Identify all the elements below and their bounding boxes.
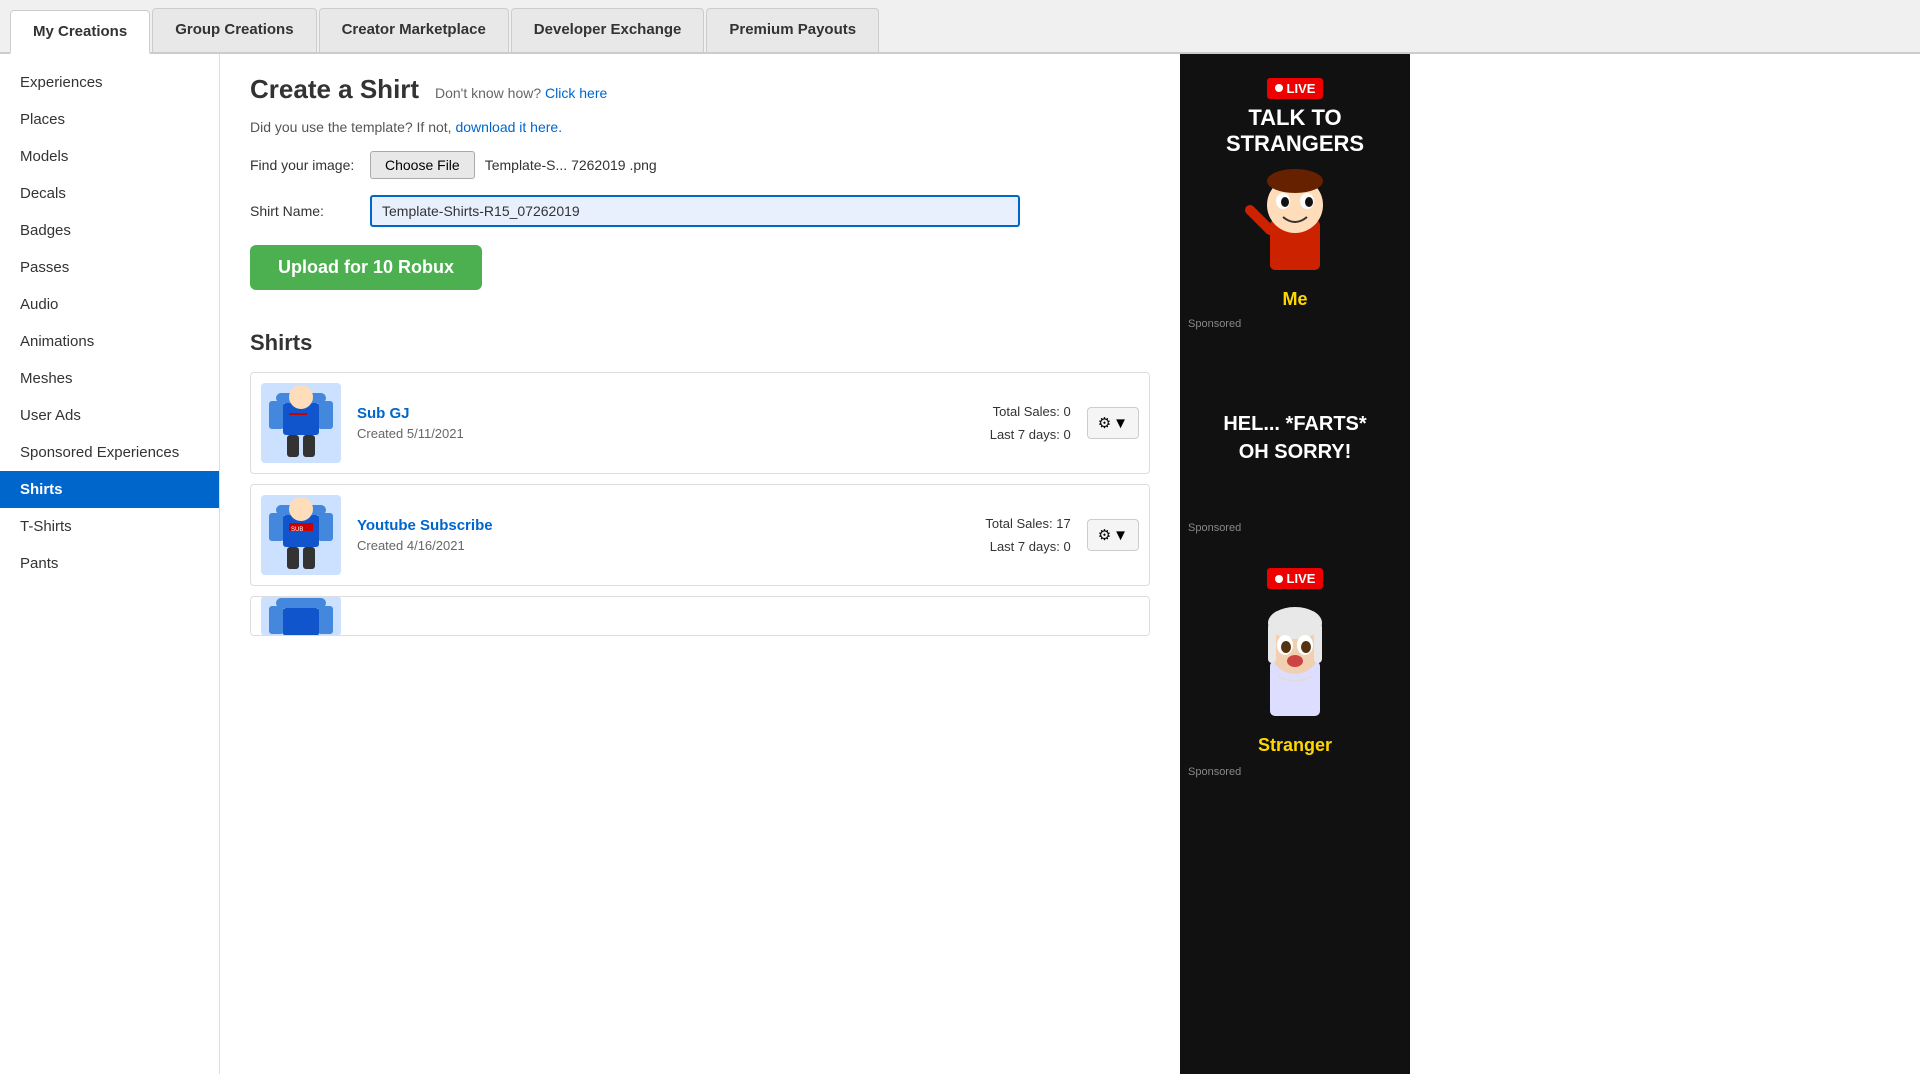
shirt-item-3: [250, 596, 1150, 636]
sidebar-item-meshes[interactable]: Meshes: [0, 360, 219, 397]
gear-button-2[interactable]: ⚙ ▼: [1087, 519, 1139, 551]
main-layout: Experiences Places Models Decals Badges …: [0, 54, 1920, 1074]
top-nav: My Creations Group Creations Creator Mar…: [0, 0, 1920, 54]
sidebar-item-passes[interactable]: Passes: [0, 249, 219, 286]
ad-title-1: TALK TOSTRANGERS: [1226, 105, 1364, 158]
shirts-section: Shirts: [250, 330, 1150, 636]
ad-line1: HEL... *FARTS*: [1223, 413, 1366, 435]
sidebar-item-badges[interactable]: Badges: [0, 212, 219, 249]
shirt-name-link-2[interactable]: Youtube Subscribe: [357, 517, 985, 534]
live-badge-1: LIVE: [1267, 78, 1324, 99]
content-area: Create a Shirt Don't know how? Click her…: [220, 54, 1180, 1074]
shirt-avatar-svg-3: [261, 596, 341, 636]
dropdown-arrow-icon: ▼: [1113, 415, 1128, 432]
download-template-link[interactable]: download it here.: [455, 119, 562, 135]
shirt-avatar-svg: [261, 383, 341, 463]
choose-file-button[interactable]: Choose File: [370, 151, 475, 179]
last7-row: Last 7 days: 0: [990, 423, 1071, 446]
tab-my-creations[interactable]: My Creations: [10, 10, 150, 54]
live-dot-3: [1275, 575, 1283, 583]
shirt-name-row: Shirt Name:: [250, 195, 1150, 227]
tab-creator-marketplace[interactable]: Creator Marketplace: [319, 8, 509, 52]
file-name-display: Template-S... 7262019 .png: [485, 157, 657, 173]
sidebar-item-pants[interactable]: Pants: [0, 545, 219, 582]
subtitle-text: Don't know how?: [435, 85, 541, 101]
ad-character-svg-1: [1245, 165, 1345, 285]
total-sales-value: 0: [1063, 404, 1070, 419]
gear-icon: ⚙: [1098, 414, 1111, 432]
ad-sidebar: LIVE TALK TOSTRANGERS Me: [1180, 54, 1410, 1074]
gear-button[interactable]: ⚙ ▼: [1087, 407, 1139, 439]
tab-group-creations[interactable]: Group Creations: [152, 8, 316, 52]
ad-block-3[interactable]: LIVE Stranger: [1180, 542, 1410, 782]
last7-value-2: 0: [1063, 539, 1070, 554]
shirt-name-label: Shirt Name:: [250, 203, 360, 219]
last7-value: 0: [1063, 427, 1070, 442]
find-image-label: Find your image:: [250, 157, 360, 173]
ad-text-2: HEL... *FARTS* OH SORRY!: [1223, 410, 1366, 466]
live-label-1: LIVE: [1287, 81, 1316, 96]
sidebar-item-sponsored-experiences[interactable]: Sponsored Experiences: [0, 434, 219, 471]
sidebar-item-user-ads[interactable]: User Ads: [0, 397, 219, 434]
total-sales-row: Total Sales: 0: [990, 400, 1071, 423]
sidebar: Experiences Places Models Decals Badges …: [0, 54, 220, 1074]
total-sales-value-2: 17: [1056, 516, 1070, 531]
template-notice-text: Did you use the template? If not,: [250, 119, 452, 135]
page-title: Create a Shirt: [250, 74, 419, 104]
shirt-thumbnail: SUB: [261, 495, 341, 575]
live-dot-1: [1275, 84, 1283, 92]
shirt-item: Sub GJ Created 5/11/2021 Total Sales: 0 …: [250, 372, 1150, 474]
subtitle: Don't know how? Click here: [435, 85, 607, 101]
sidebar-item-experiences[interactable]: Experiences: [0, 64, 219, 101]
live-badge-3: LIVE: [1267, 568, 1324, 589]
shirt-item: SUB Youtube Subscribe Created 4/16/2021 …: [250, 484, 1150, 586]
shirt-thumbnail: [261, 383, 341, 463]
sidebar-item-tshirts[interactable]: T-Shirts: [0, 508, 219, 545]
tab-premium-payouts[interactable]: Premium Payouts: [706, 8, 879, 52]
sponsored-label-2: Sponsored: [1188, 522, 1241, 534]
sponsored-label-1: Sponsored: [1188, 318, 1241, 330]
total-sales-label-2: Total Sales:: [985, 516, 1052, 531]
gear-icon-2: ⚙: [1098, 526, 1111, 544]
shirt-stats-2: Total Sales: 17 Last 7 days: 0: [985, 512, 1070, 559]
tab-developer-exchange[interactable]: Developer Exchange: [511, 8, 705, 52]
sidebar-item-decals[interactable]: Decals: [0, 175, 219, 212]
sponsored-label-3: Sponsored: [1188, 766, 1241, 778]
sidebar-item-animations[interactable]: Animations: [0, 323, 219, 360]
last7-label-2: Last 7 days:: [990, 539, 1060, 554]
shirt-stats: Total Sales: 0 Last 7 days: 0: [990, 400, 1071, 447]
dropdown-arrow-icon-2: ▼: [1113, 527, 1128, 544]
shirt-info-2: Youtube Subscribe Created 4/16/2021: [357, 517, 985, 553]
shirt-info: Sub GJ Created 5/11/2021: [357, 405, 990, 441]
shirt-name-link[interactable]: Sub GJ: [357, 405, 990, 422]
shirt-created-date-2: Created 4/16/2021: [357, 538, 985, 553]
create-shirt-section: Create a Shirt Don't know how? Click her…: [250, 74, 1150, 290]
sidebar-item-audio[interactable]: Audio: [0, 286, 219, 323]
ad-username-3: Stranger: [1258, 735, 1332, 756]
total-sales-row-2: Total Sales: 17: [985, 512, 1070, 535]
shirt-avatar-svg-2: SUB: [261, 495, 341, 575]
shirt-name-input[interactable]: [370, 195, 1020, 227]
last7-row-2: Last 7 days: 0: [985, 535, 1070, 558]
ad-line2: OH SORRY!: [1239, 441, 1352, 463]
find-image-row: Find your image: Choose File Template-S.…: [250, 151, 1150, 179]
ad-block-1[interactable]: LIVE TALK TOSTRANGERS Me: [1180, 54, 1410, 334]
live-label-3: LIVE: [1287, 571, 1316, 586]
last7-label: Last 7 days:: [990, 427, 1060, 442]
svg-text:SUB: SUB: [291, 527, 303, 533]
total-sales-label: Total Sales:: [993, 404, 1060, 419]
click-here-link[interactable]: Click here: [545, 85, 607, 101]
template-notice: Did you use the template? If not, downlo…: [250, 119, 1150, 135]
shirts-section-title: Shirts: [250, 330, 1150, 356]
shirt-thumbnail-3: [261, 596, 341, 636]
ad-block-2[interactable]: HEL... *FARTS* OH SORRY! Sponsored: [1180, 338, 1410, 538]
sidebar-item-shirts[interactable]: Shirts: [0, 471, 219, 508]
ad-character-svg-3: [1245, 601, 1345, 731]
upload-button[interactable]: Upload for 10 Robux: [250, 245, 482, 290]
sidebar-item-models[interactable]: Models: [0, 138, 219, 175]
shirt-created-date: Created 5/11/2021: [357, 426, 990, 441]
sidebar-item-places[interactable]: Places: [0, 101, 219, 138]
ad-username-1: Me: [1282, 289, 1307, 310]
